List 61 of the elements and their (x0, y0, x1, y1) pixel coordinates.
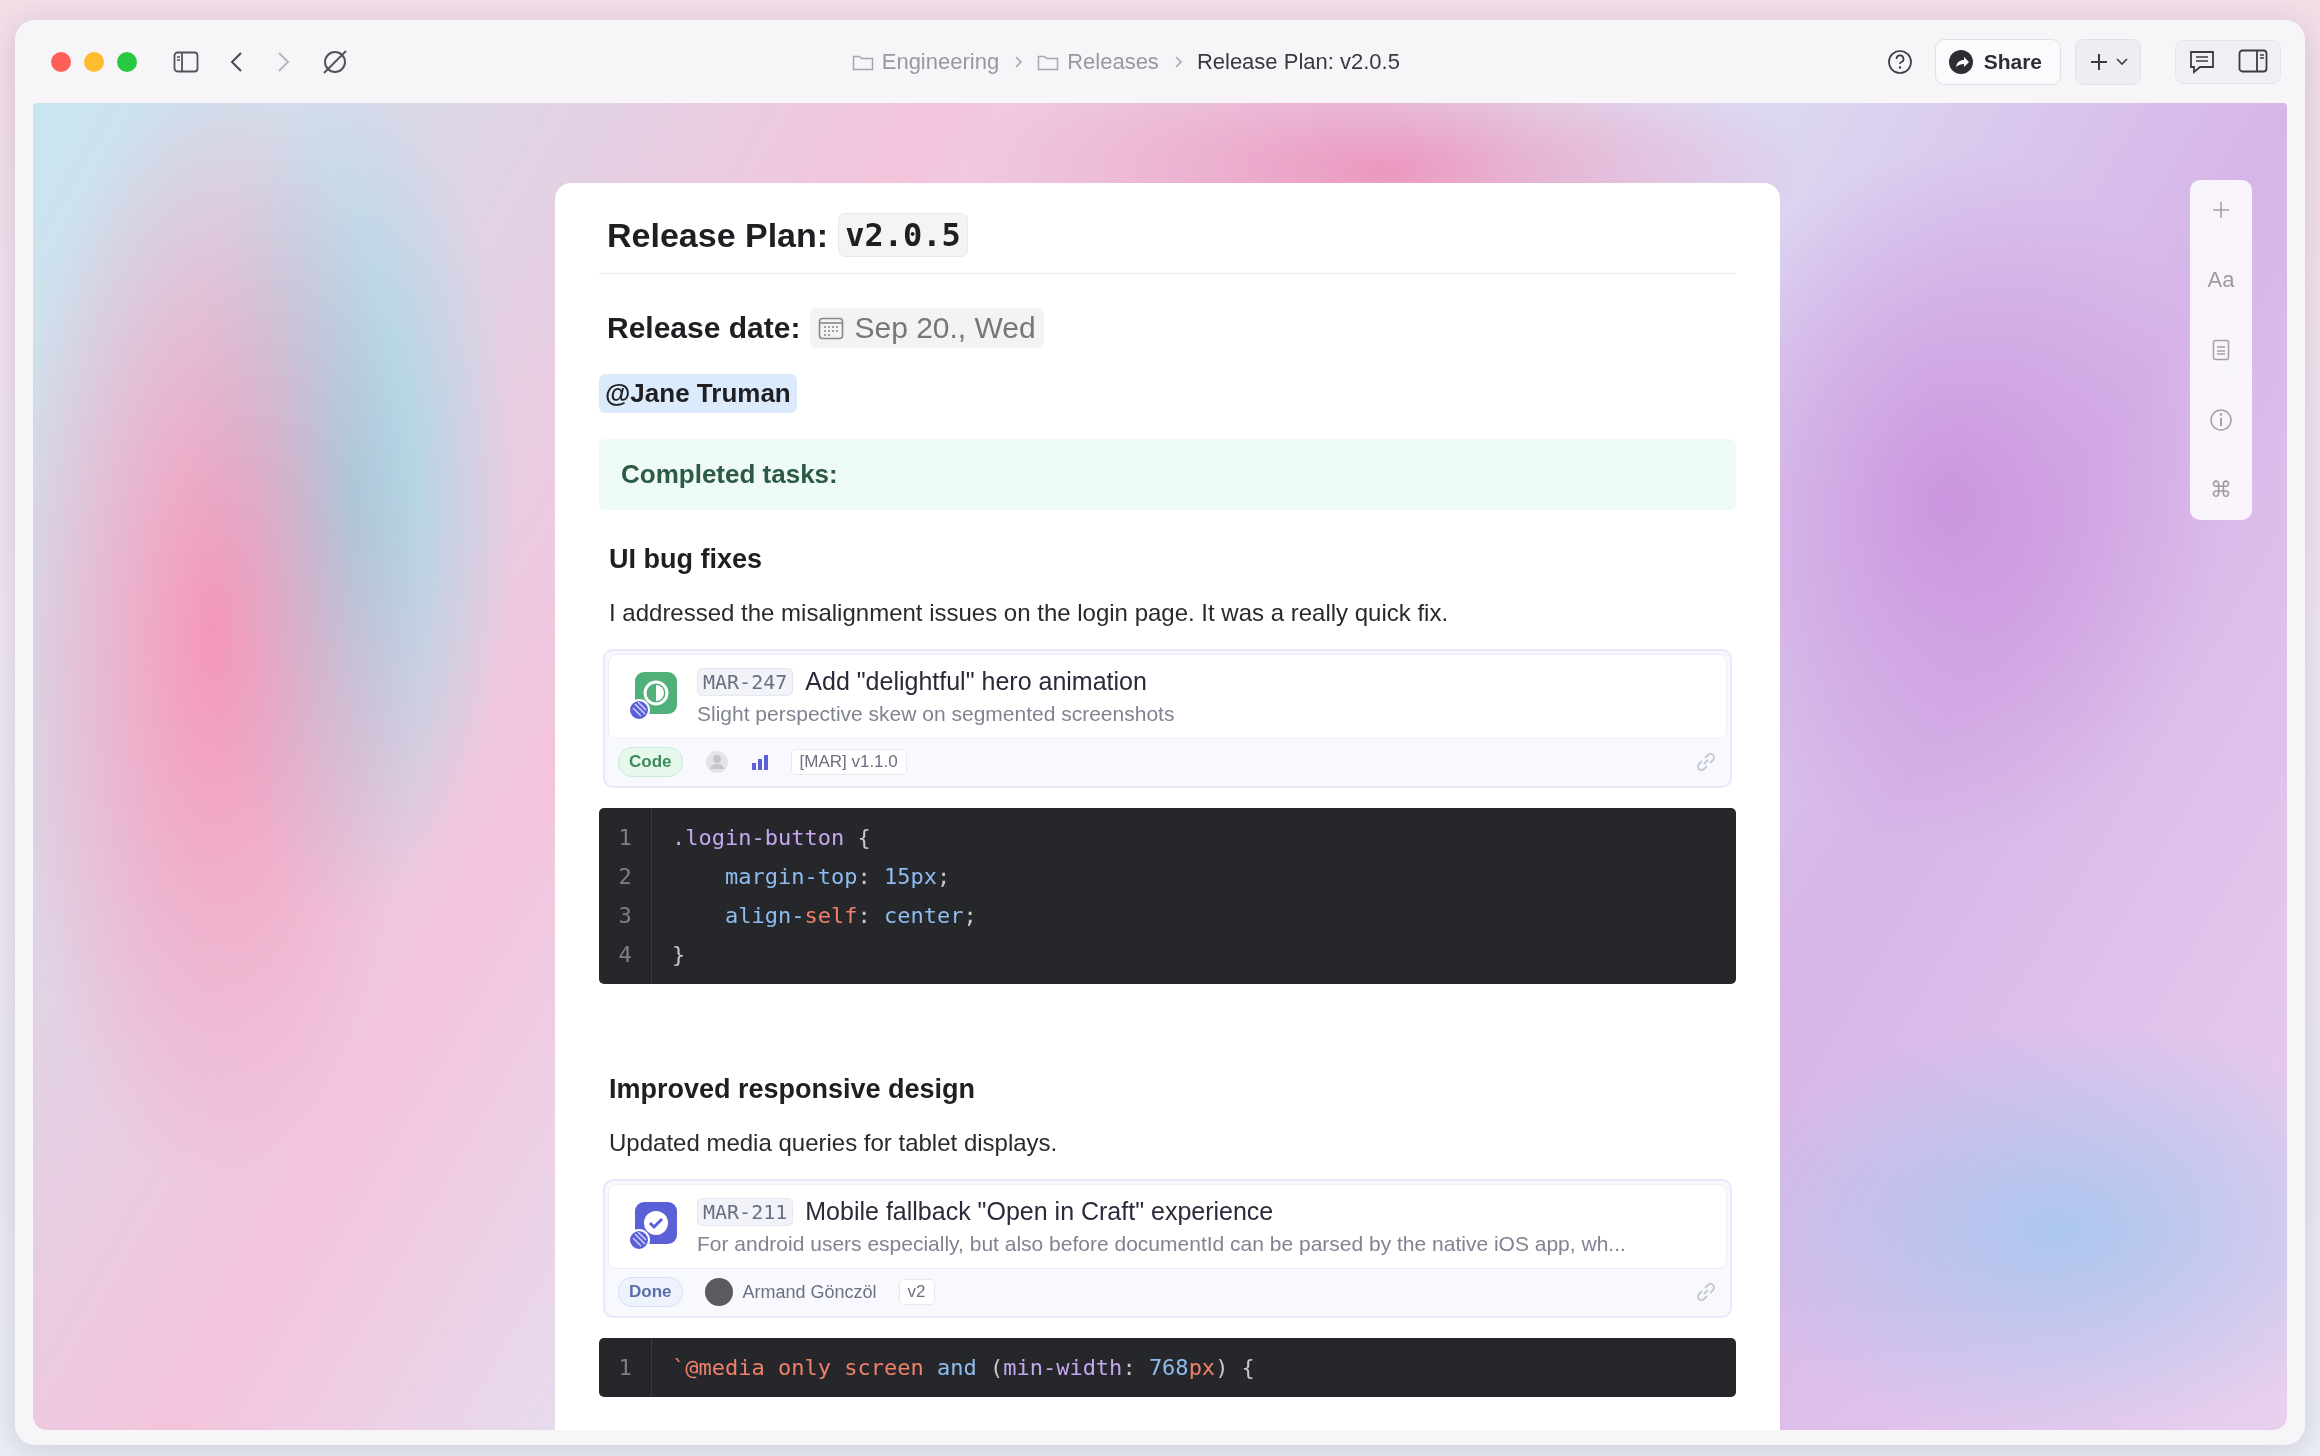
status-pill: Code (618, 747, 683, 777)
info-icon (2209, 408, 2233, 432)
plus-icon (2211, 200, 2231, 220)
paragraph: I addressed the misalignment issues on the login page. It was a really quick fix. (608, 599, 1450, 627)
date-chip[interactable]: Sep 20., Wed (810, 308, 1044, 348)
breadcrumb-current: Release Plan: v2.0.5 (1196, 48, 1400, 75)
text-style-button[interactable]: Aa (2198, 266, 2244, 294)
code-line: `@media only screen and (min-width: 768px) { (672, 1354, 1255, 1382)
back-icon (229, 50, 245, 73)
line-number: 1 (617, 824, 633, 852)
issue-title: Mobile fallback "Open in Craft" experience (805, 1197, 1274, 1226)
issue-id: MAR-211 (697, 1197, 794, 1226)
code-line: margin-top: 15px; (723, 863, 951, 891)
section-heading: UI bug fixes (608, 544, 764, 575)
assignee-name: Armand Gönczöl (742, 1281, 877, 1303)
code-line: align-self: center; (723, 902, 977, 930)
sidebar-icon (173, 50, 199, 73)
share-icon (1947, 48, 1974, 75)
status-pill: Done (618, 1277, 683, 1307)
new-item-button[interactable] (2075, 38, 2141, 85)
line-number: 1 (617, 1354, 633, 1382)
issue-id: MAR-247 (697, 667, 794, 696)
issue-card[interactable]: MAR-247 Add "delightful" hero animation Slight perspective skew on segmented screenshots Code [MAR] v1.1.0 (603, 649, 1732, 788)
breadcrumb-link[interactable]: Releases (1067, 48, 1159, 75)
issue-description: Slight perspective skew on segmented screenshots (697, 702, 1175, 726)
date-label: Release date: (607, 311, 801, 345)
issue-card[interactable]: MAR-211 Mobile fallback "Open in Craft" experience For android users especially, but also before documentId can be parsed by the native iOS app, wh... Done Armand Gönczöl v2 (603, 1179, 1732, 1318)
inline-code: v2.0.5 (838, 213, 968, 257)
breadcrumb-link[interactable]: Engineering (881, 48, 1000, 75)
link-icon[interactable] (1695, 751, 1717, 773)
zoom-window-button[interactable] (117, 51, 137, 72)
issue-description: For android users especially, but also before documentId can be parsed by the native iOS app, wh... (697, 1232, 1626, 1256)
share-button[interactable]: Share (1934, 38, 2061, 85)
priority-icon (750, 754, 769, 770)
line-number: 2 (617, 863, 633, 891)
comment-icon (2188, 48, 2216, 75)
user-mention[interactable]: @Jane Truman (599, 374, 797, 413)
callout-block: Completed tasks: (599, 439, 1736, 510)
avatar (704, 1278, 733, 1306)
panel-icon (2238, 48, 2268, 73)
code-line: .login-button { (672, 824, 871, 852)
code-line: } (672, 941, 686, 969)
line-number: 4 (617, 941, 633, 969)
document-title: Release Plan: (607, 215, 829, 255)
issue-title: Add "delightful" hero animation (805, 667, 1147, 696)
minimize-window-button[interactable] (84, 51, 104, 72)
user-icon (704, 750, 729, 774)
line-number: 3 (617, 902, 633, 930)
version-tag: [MAR] v1.1.0 (790, 749, 907, 775)
forward-icon (275, 50, 291, 73)
slashed-circle-icon (321, 47, 349, 76)
paragraph: Updated media queries for tablet displays. (608, 1129, 1059, 1157)
help-icon (1886, 48, 1913, 75)
close-window-button[interactable] (51, 51, 71, 72)
section-heading: Improved responsive design (608, 1074, 977, 1105)
calendar-icon (818, 316, 845, 340)
document-icon (2212, 339, 2230, 361)
version-tag: v2 (898, 1279, 935, 1305)
command-button[interactable]: ⌘ (2198, 476, 2244, 504)
caret-icon (2116, 57, 2128, 66)
link-icon[interactable] (1695, 1281, 1717, 1303)
